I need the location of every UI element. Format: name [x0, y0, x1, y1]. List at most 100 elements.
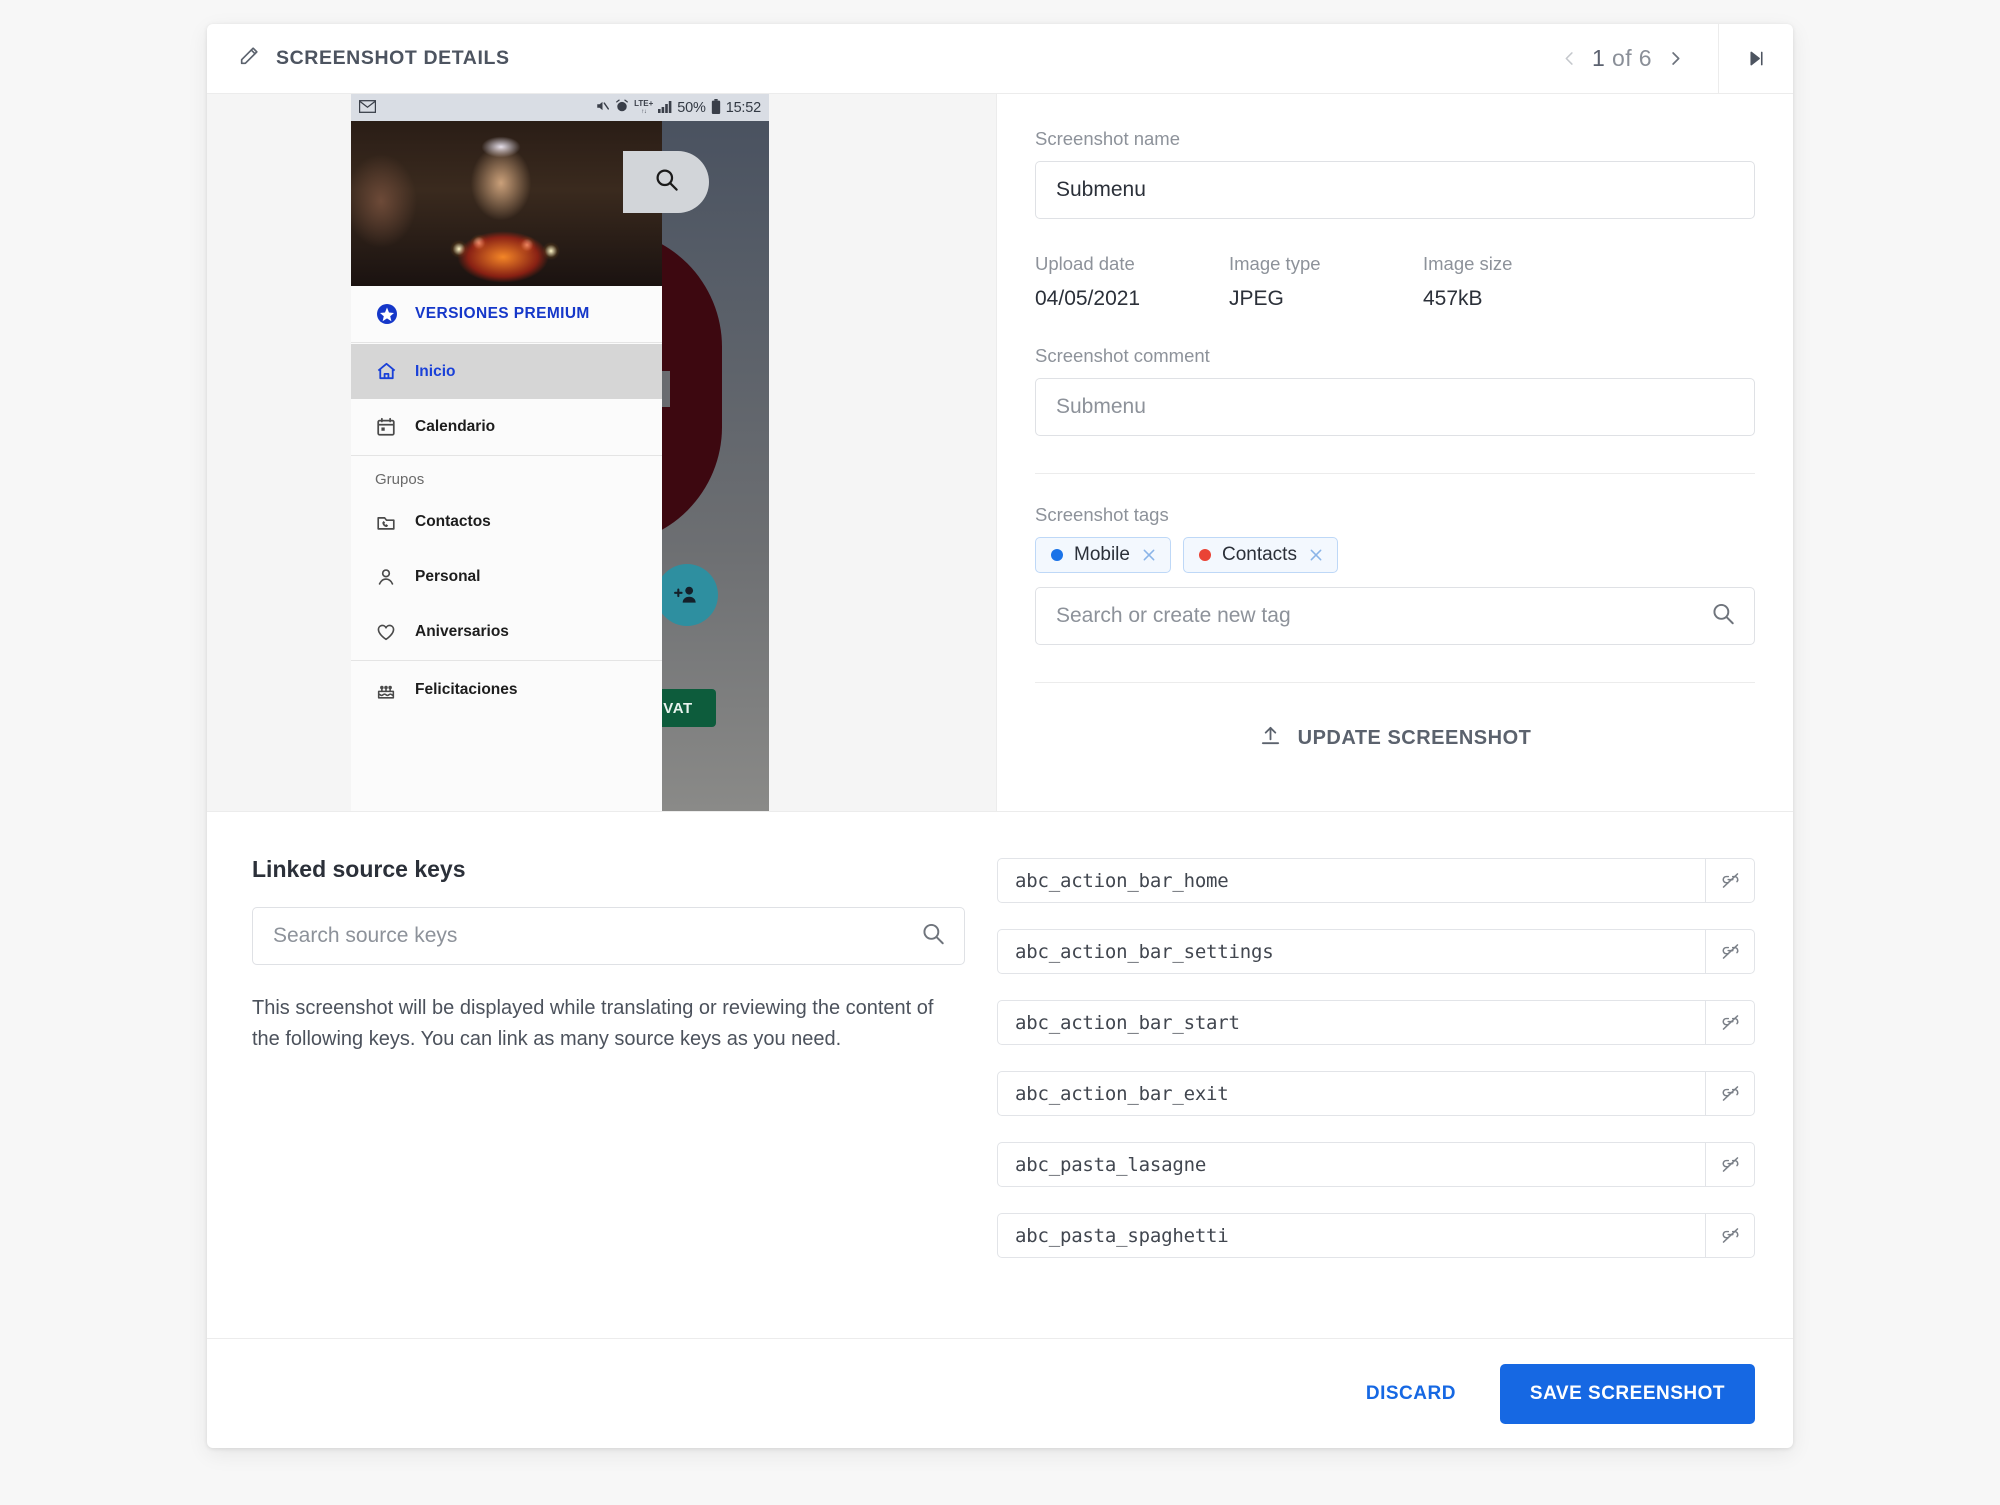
upload-icon — [1259, 724, 1282, 752]
tag-search-input[interactable]: Search or create new tag — [1035, 587, 1755, 645]
tag-search-container: Search or create new tag — [1035, 587, 1755, 645]
alarm-icon — [615, 99, 629, 116]
link-off-icon[interactable] — [1705, 1142, 1754, 1187]
link-off-icon[interactable] — [1705, 1213, 1754, 1258]
signal-bars-icon — [658, 100, 672, 116]
birthday-photo — [351, 121, 662, 286]
source-key-name: abc_action_bar_settings — [998, 941, 1705, 963]
tag-chip[interactable]: Mobile — [1035, 537, 1171, 573]
screenshot-comment-label: Screenshot comment — [1035, 345, 1755, 367]
battery-percent-label: 50% — [677, 100, 705, 116]
gmail-icon — [359, 100, 376, 116]
link-off-icon[interactable] — [1705, 858, 1754, 903]
source-key-row: abc_action_bar_exit — [997, 1071, 1755, 1116]
source-key-name: abc_action_bar_exit — [998, 1083, 1705, 1105]
skip-to-end-icon[interactable] — [1719, 24, 1793, 94]
pencil-icon — [238, 45, 260, 72]
image-type-value: JPEG — [1229, 287, 1423, 311]
source-key-row: abc_pasta_spaghetti — [997, 1213, 1755, 1258]
background-shape — [662, 229, 722, 545]
image-type-label: Image type — [1229, 253, 1423, 275]
source-key-name: abc_action_bar_start — [998, 1012, 1705, 1034]
drawer-group-header: Grupos — [351, 457, 662, 494]
screenshot-tags-label: Screenshot tags — [1035, 504, 1755, 526]
pagination-total: 6 — [1639, 45, 1652, 71]
dialog-footer: DISCARD SAVE SCREENSHOT — [207, 1338, 1793, 1448]
save-screenshot-button[interactable]: SAVE SCREENSHOT — [1500, 1364, 1755, 1424]
source-key-row: abc_action_bar_home — [997, 858, 1755, 903]
drawer-item-inicio[interactable]: Inicio — [351, 344, 662, 399]
linked-keys-left: Linked source keys Search source keys Th… — [245, 856, 997, 1284]
screenshot-comment-input[interactable]: Submenu — [1035, 378, 1755, 436]
drawer-item-felicitaciones[interactable]: Felicitaciones — [351, 662, 662, 717]
tag-list: Mobile Contacts — [1035, 537, 1755, 573]
upload-date-field: Upload date 04/05/2021 — [1035, 253, 1229, 311]
header-left: SCREENSHOT DETAILS — [207, 45, 510, 72]
chevron-right-icon[interactable] — [1658, 42, 1692, 76]
dimmed-background: LOVAT — [662, 121, 769, 811]
close-icon[interactable] — [1141, 547, 1157, 563]
linked-source-keys-title: Linked source keys — [252, 856, 997, 883]
pagination-label: 1 of 6 — [1592, 45, 1652, 72]
pagination-current: 1 — [1592, 45, 1605, 71]
screenshot-name-input[interactable]: Submenu — [1035, 161, 1755, 219]
drawer-item-label: Aniversarios — [415, 623, 509, 641]
tag-chip[interactable]: Contacts — [1183, 537, 1338, 573]
drawer-divider — [351, 342, 662, 343]
battery-icon — [711, 99, 721, 117]
link-off-icon[interactable] — [1705, 1000, 1754, 1045]
drawer-item-aniversarios[interactable]: Aniversarios — [351, 604, 662, 659]
link-off-icon[interactable] — [1705, 1071, 1754, 1116]
metadata-row: Upload date 04/05/2021 Image type JPEG I… — [1035, 253, 1755, 311]
drawer-item-label: Felicitaciones — [415, 681, 518, 699]
pagination-separator: of — [1605, 45, 1639, 71]
screenshot-name-label: Screenshot name — [1035, 128, 1755, 150]
screenshot-name-value: Submenu — [1056, 178, 1146, 202]
image-size-label: Image size — [1423, 253, 1617, 275]
person-add-icon[interactable] — [662, 564, 718, 626]
drawer-item-label: Contactos — [415, 513, 491, 531]
nav-drawer: VERSIONES PREMIUM Inicio Calendario — [351, 286, 662, 811]
dialog-body-top: LTE+↑↓ 50% 15:52 — [207, 94, 1793, 811]
form-section-details: Screenshot name Submenu Upload date 04/0… — [997, 94, 1793, 474]
source-key-search-placeholder: Search source keys — [273, 924, 457, 948]
source-key-name: abc_pasta_lasagne — [998, 1154, 1705, 1176]
clock-label: 15:52 — [726, 100, 761, 116]
drawer-item-contactos[interactable]: Contactos — [351, 494, 662, 549]
phone-screenshot: LTE+↑↓ 50% 15:52 — [351, 94, 769, 811]
upload-date-value: 04/05/2021 — [1035, 287, 1229, 311]
search-pill[interactable] — [623, 151, 709, 213]
close-icon[interactable] — [1308, 547, 1324, 563]
drawer-divider — [351, 660, 662, 661]
header-right: 1 of 6 — [1552, 24, 1793, 93]
green-button-label: LOVAT — [662, 700, 693, 717]
drawer-item-label: Personal — [415, 568, 480, 586]
page-title: SCREENSHOT DETAILS — [276, 47, 510, 70]
drawer-item-label: Calendario — [415, 418, 495, 436]
discard-button[interactable]: DISCARD — [1344, 1369, 1478, 1419]
update-screenshot-button[interactable]: UPDATE SCREENSHOT — [997, 683, 1793, 793]
image-size-value: 457kB — [1423, 287, 1617, 311]
drawer-item-premium[interactable]: VERSIONES PREMIUM — [351, 286, 662, 341]
contacts-icon — [375, 511, 415, 533]
source-key-search-input[interactable]: Search source keys — [252, 907, 965, 965]
search-icon[interactable] — [920, 921, 946, 952]
drawer-item-personal[interactable]: Personal — [351, 549, 662, 604]
update-screenshot-label: UPDATE SCREENSHOT — [1298, 727, 1532, 750]
drawer-item-calendario[interactable]: Calendario — [351, 399, 662, 454]
image-size-field: Image size 457kB — [1423, 253, 1617, 311]
chevron-left-icon[interactable] — [1552, 42, 1586, 76]
tag-color-dot — [1051, 549, 1063, 561]
screenshot-details-dialog: SCREENSHOT DETAILS 1 of 6 — [207, 24, 1793, 1448]
screenshot-comment-placeholder: Submenu — [1056, 395, 1146, 419]
phone-status-bar: LTE+↑↓ 50% 15:52 — [351, 94, 769, 121]
link-off-icon[interactable] — [1705, 929, 1754, 974]
tag-label: Contacts — [1222, 544, 1297, 566]
cake-icon — [375, 679, 415, 701]
green-action-button[interactable]: LOVAT — [662, 689, 716, 727]
source-key-row: abc_action_bar_settings — [997, 929, 1755, 974]
search-icon[interactable] — [1710, 601, 1736, 632]
source-key-row: abc_action_bar_start — [997, 1000, 1755, 1045]
tag-label: Mobile — [1074, 544, 1130, 566]
source-key-row: abc_pasta_lasagne — [997, 1142, 1755, 1187]
